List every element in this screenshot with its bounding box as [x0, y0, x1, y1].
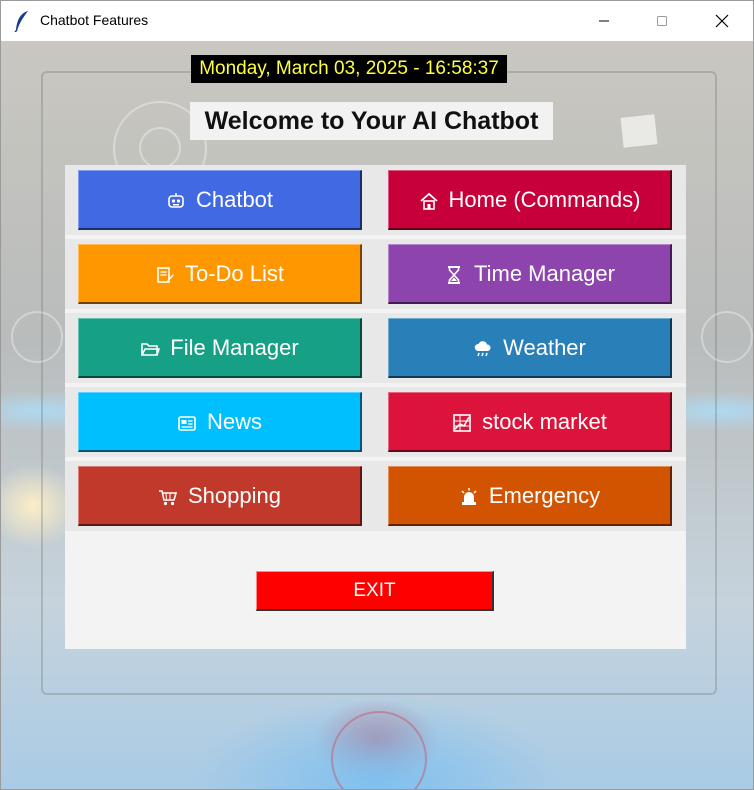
datetime-display: Monday, March 03, 2025 - 16:58:37: [191, 55, 507, 83]
feature-panel: Chatbot Home (Commands) To-Do List Time …: [65, 165, 686, 649]
background-decoration: [139, 127, 181, 169]
weather-button[interactable]: Weather: [388, 318, 672, 378]
app-window: Chatbot Features Monday, March 03, 2025: [0, 0, 754, 790]
siren-icon: [461, 488, 477, 505]
background-decoration: [331, 711, 427, 789]
time-manager-label: Time Manager: [473, 260, 615, 286]
background-canvas: Monday, March 03, 2025 - 16:58:37 Welcom…: [1, 41, 753, 789]
maximize-button[interactable]: [633, 1, 691, 41]
home-commands-label: Home (Commands): [448, 186, 641, 212]
background-decoration: [701, 311, 753, 363]
stock-market-button[interactable]: stock market: [388, 392, 672, 452]
newspaper-icon: [178, 416, 196, 431]
shopping-label: Shopping: [188, 482, 281, 508]
weather-label: Weather: [503, 334, 586, 360]
exit-button[interactable]: EXIT: [256, 571, 494, 611]
feature-row: News stock market: [65, 387, 686, 457]
window-title: Chatbot Features: [40, 12, 149, 28]
todo-list-button[interactable]: To-Do List: [78, 244, 362, 304]
minimize-icon: [599, 20, 609, 22]
hourglass-icon: [447, 266, 460, 284]
stock-market-label: stock market: [482, 408, 607, 434]
feature-row: Shopping Emergency: [65, 461, 686, 531]
feather-icon: [14, 11, 28, 32]
background-decoration: [620, 114, 658, 148]
background-decoration: [11, 311, 63, 363]
chart-grid-icon: [453, 414, 471, 432]
chatbot-button[interactable]: Chatbot: [78, 170, 362, 230]
feature-row: Chatbot Home (Commands): [65, 165, 686, 235]
news-button[interactable]: News: [78, 392, 362, 452]
news-label: News: [206, 408, 262, 434]
file-manager-label: File Manager: [170, 334, 299, 360]
close-button[interactable]: [693, 1, 751, 41]
title-bar[interactable]: Chatbot Features: [1, 1, 753, 41]
chatbot-label: Chatbot: [195, 186, 274, 212]
house-icon: [419, 192, 438, 210]
emergency-label: Emergency: [488, 482, 601, 508]
shopping-button[interactable]: Shopping: [78, 466, 362, 526]
close-icon: [715, 14, 729, 28]
maximize-icon: [657, 16, 667, 26]
notepad-icon: [157, 267, 174, 283]
feature-row: File Manager Weather: [65, 313, 686, 383]
time-manager-button[interactable]: Time Manager: [388, 244, 672, 304]
emergency-button[interactable]: Emergency: [388, 466, 672, 526]
todo-list-label: To-Do List: [184, 260, 285, 286]
welcome-heading: Welcome to Your AI Chatbot: [190, 102, 553, 140]
minimize-button[interactable]: [575, 1, 633, 41]
folder-icon: [141, 343, 161, 356]
robot-icon: [168, 193, 184, 208]
feature-row: To-Do List Time Manager: [65, 239, 686, 309]
home-commands-button[interactable]: Home (Commands): [388, 170, 672, 230]
cart-icon: [159, 490, 178, 506]
file-manager-button[interactable]: File Manager: [78, 318, 362, 378]
rain-cloud-icon: [474, 341, 491, 357]
exit-label: EXIT: [353, 579, 396, 601]
